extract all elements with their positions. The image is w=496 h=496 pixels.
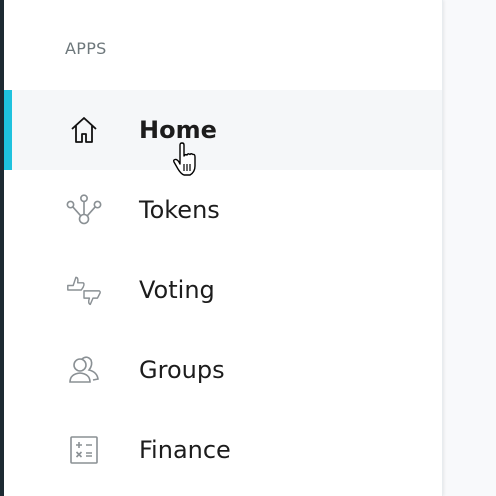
sidebar-item-label: Tokens	[139, 196, 220, 224]
sidebar-item-home[interactable]: Home	[4, 90, 442, 170]
home-icon	[66, 112, 102, 148]
hand-cursor-icon	[172, 142, 196, 176]
sidebar-item-groups[interactable]: Groups	[4, 330, 442, 410]
sidebar-item-voting[interactable]: Voting	[4, 250, 442, 330]
sidebar-item-label: Voting	[139, 276, 215, 304]
sidebar-item-tokens[interactable]: Tokens	[4, 170, 442, 250]
sidebar: APPS Home Tokens Voting Groups Finance	[4, 0, 443, 496]
groups-icon	[66, 352, 102, 388]
sidebar-item-finance[interactable]: Finance	[4, 410, 442, 490]
sidebar-item-label: Finance	[139, 436, 231, 464]
finance-icon	[66, 432, 102, 468]
sidebar-item-label: Groups	[139, 356, 225, 384]
tokens-icon	[66, 192, 102, 228]
section-title: APPS	[65, 39, 107, 58]
voting-icon	[66, 272, 102, 308]
sidebar-item-label: Home	[139, 116, 217, 144]
